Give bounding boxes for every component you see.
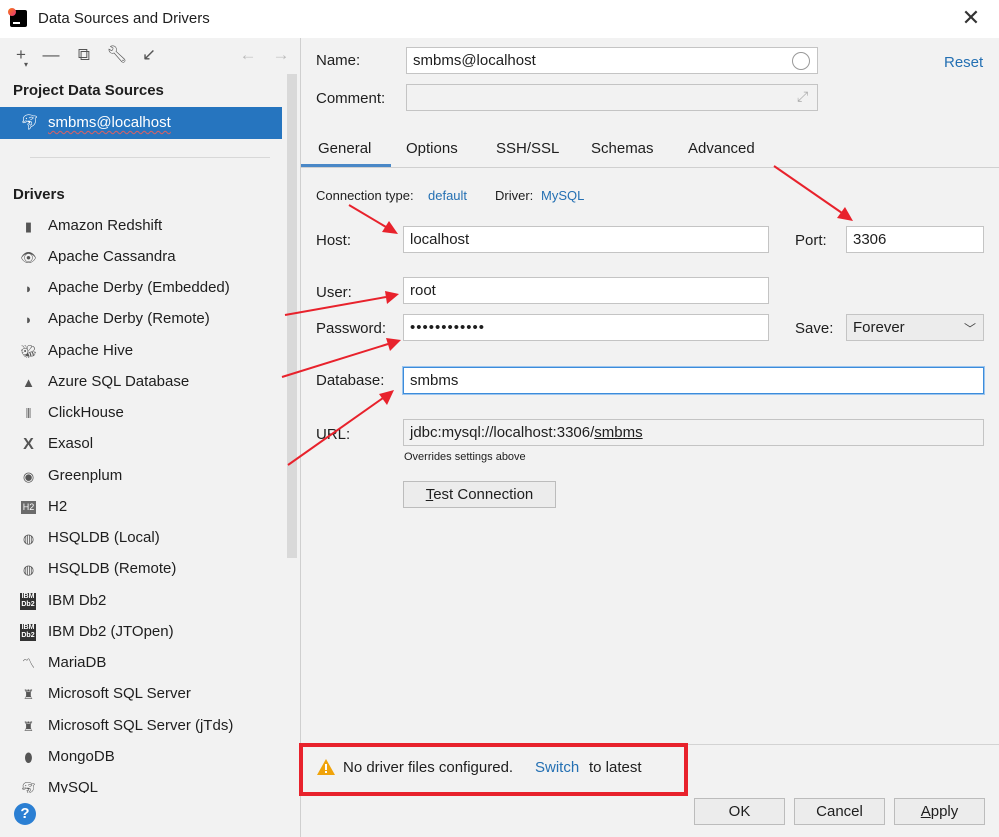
annotation-highlight-box <box>299 743 688 796</box>
apply-label: pply <box>930 803 959 820</box>
ok-button[interactable]: OK <box>694 798 785 825</box>
apply-button[interactable]: Apply <box>894 798 985 825</box>
cancel-button[interactable]: Cancel <box>794 798 885 825</box>
arrow-host <box>348 204 398 234</box>
arrow-database <box>287 390 394 466</box>
arrow-user <box>284 291 399 316</box>
annotation-arrows <box>281 165 853 466</box>
arrow-port <box>773 165 853 221</box>
arrow-password <box>281 338 401 378</box>
apply-mnemonic: A <box>920 803 931 820</box>
